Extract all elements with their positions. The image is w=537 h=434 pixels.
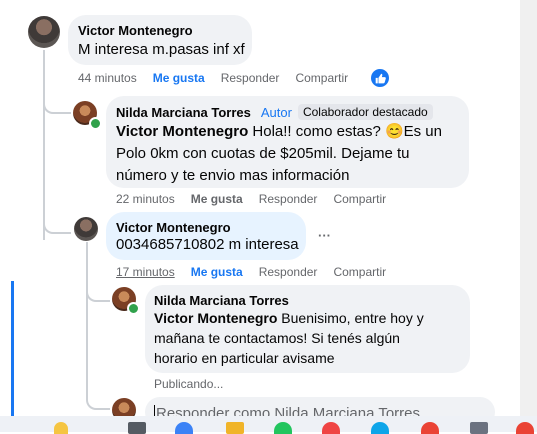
taskbar-app-icon[interactable]	[421, 422, 439, 434]
like-button[interactable]: Me gusta	[191, 265, 243, 279]
more-options-icon[interactable]: ···	[318, 228, 331, 243]
thread-connector-3	[86, 282, 110, 302]
taskbar-app-icon[interactable]	[128, 422, 146, 434]
online-status-icon	[89, 117, 102, 130]
taskbar-app-icon[interactable]	[226, 422, 244, 434]
publishing-status: Publicando...	[154, 377, 239, 391]
share-button[interactable]: Compartir	[295, 71, 348, 85]
comment-bubble: Nilda Marciana Torres Victor Montenegro …	[145, 285, 470, 373]
thread-connector-2	[43, 210, 71, 234]
publishing-status-text: Publicando...	[154, 377, 224, 391]
like-button[interactable]: Me gusta	[191, 192, 243, 206]
comment-text-line: horario en particular avisame	[154, 350, 335, 366]
os-taskbar	[0, 416, 537, 432]
thread-connector-4	[86, 390, 110, 410]
taskbar-app-icon[interactable]	[274, 422, 292, 434]
thumbs-up-icon[interactable]	[371, 69, 389, 87]
comment-text: Victor Montenegro Hola!! como estas? 😊Es…	[116, 121, 442, 187]
comment-time[interactable]: 17 minutos	[116, 265, 175, 279]
comment-actions: 22 minutos Me gusta Responder Compartir	[116, 192, 402, 206]
taskbar-app-icon[interactable]	[371, 422, 389, 434]
comment-text-line: número y te envio mas información	[116, 167, 350, 184]
mention-link[interactable]: Victor Montenegro	[154, 310, 277, 326]
taskbar-app-icon[interactable]	[54, 422, 68, 434]
reply-button[interactable]: Responder	[259, 265, 318, 279]
comment-text: M interesa m.pasas inf xf	[78, 41, 245, 58]
active-thread-indicator	[11, 281, 14, 416]
taskbar-app-icon[interactable]	[175, 422, 193, 434]
author-badge: Autor	[260, 104, 292, 120]
thread-connector-1	[43, 90, 71, 114]
comment-bubble: Victor Montenegro M interesa m.pasas inf…	[68, 15, 252, 65]
comment-text: 0034685710802 m interesa	[116, 236, 299, 253]
comment-text-line: Hola!! como estas? 😊Es un	[248, 123, 442, 140]
reply-button[interactable]: Responder	[221, 71, 280, 85]
comment-time[interactable]: 22 minutos	[116, 192, 175, 206]
top-contributor-badge: Colaborador destacado	[297, 104, 433, 120]
share-button[interactable]: Compartir	[333, 192, 386, 206]
comment-author[interactable]: Nilda Marciana Torres	[154, 293, 289, 308]
comment-text-line: Polo 0km con cuotas de $205mil. Dejame t…	[116, 145, 410, 162]
comment-author[interactable]: Victor Montenegro	[116, 220, 231, 235]
online-status-icon	[127, 302, 140, 315]
avatar-victor-montenegro[interactable]	[74, 217, 98, 241]
comment-text-line: Buenisimo, entre hoy y	[277, 310, 424, 326]
comment-author[interactable]: Nilda Marciana Torres	[116, 105, 251, 120]
like-button[interactable]: Me gusta	[153, 71, 205, 85]
comment-bubble-highlighted: Victor Montenegro 0034685710802 m intere…	[106, 212, 306, 260]
taskbar-app-icon[interactable]	[322, 422, 340, 434]
comment-actions: 44 minutos Me gusta Responder Compartir	[78, 71, 364, 85]
comment-time[interactable]: 44 minutos	[78, 71, 137, 85]
thread-line-sub	[86, 242, 88, 392]
page-scrollbar[interactable]	[520, 0, 537, 416]
comment-actions: 17 minutos Me gusta Responder Compartir	[116, 265, 402, 279]
comment-bubble: Nilda Marciana Torres Autor Colaborador …	[106, 96, 469, 188]
comment-author[interactable]: Victor Montenegro	[78, 23, 193, 38]
mention-link[interactable]: Victor Montenegro	[116, 123, 248, 140]
comment-text-line: mañana te contactamos! Si tenés algún	[154, 330, 400, 346]
reply-button[interactable]: Responder	[259, 192, 318, 206]
taskbar-app-icon[interactable]	[516, 422, 534, 434]
taskbar-app-icon[interactable]	[470, 422, 488, 434]
share-button[interactable]: Compartir	[333, 265, 386, 279]
avatar-victor-montenegro[interactable]	[28, 16, 60, 48]
comment-text: Victor Montenegro Buenisimo, entre hoy y…	[154, 308, 424, 368]
